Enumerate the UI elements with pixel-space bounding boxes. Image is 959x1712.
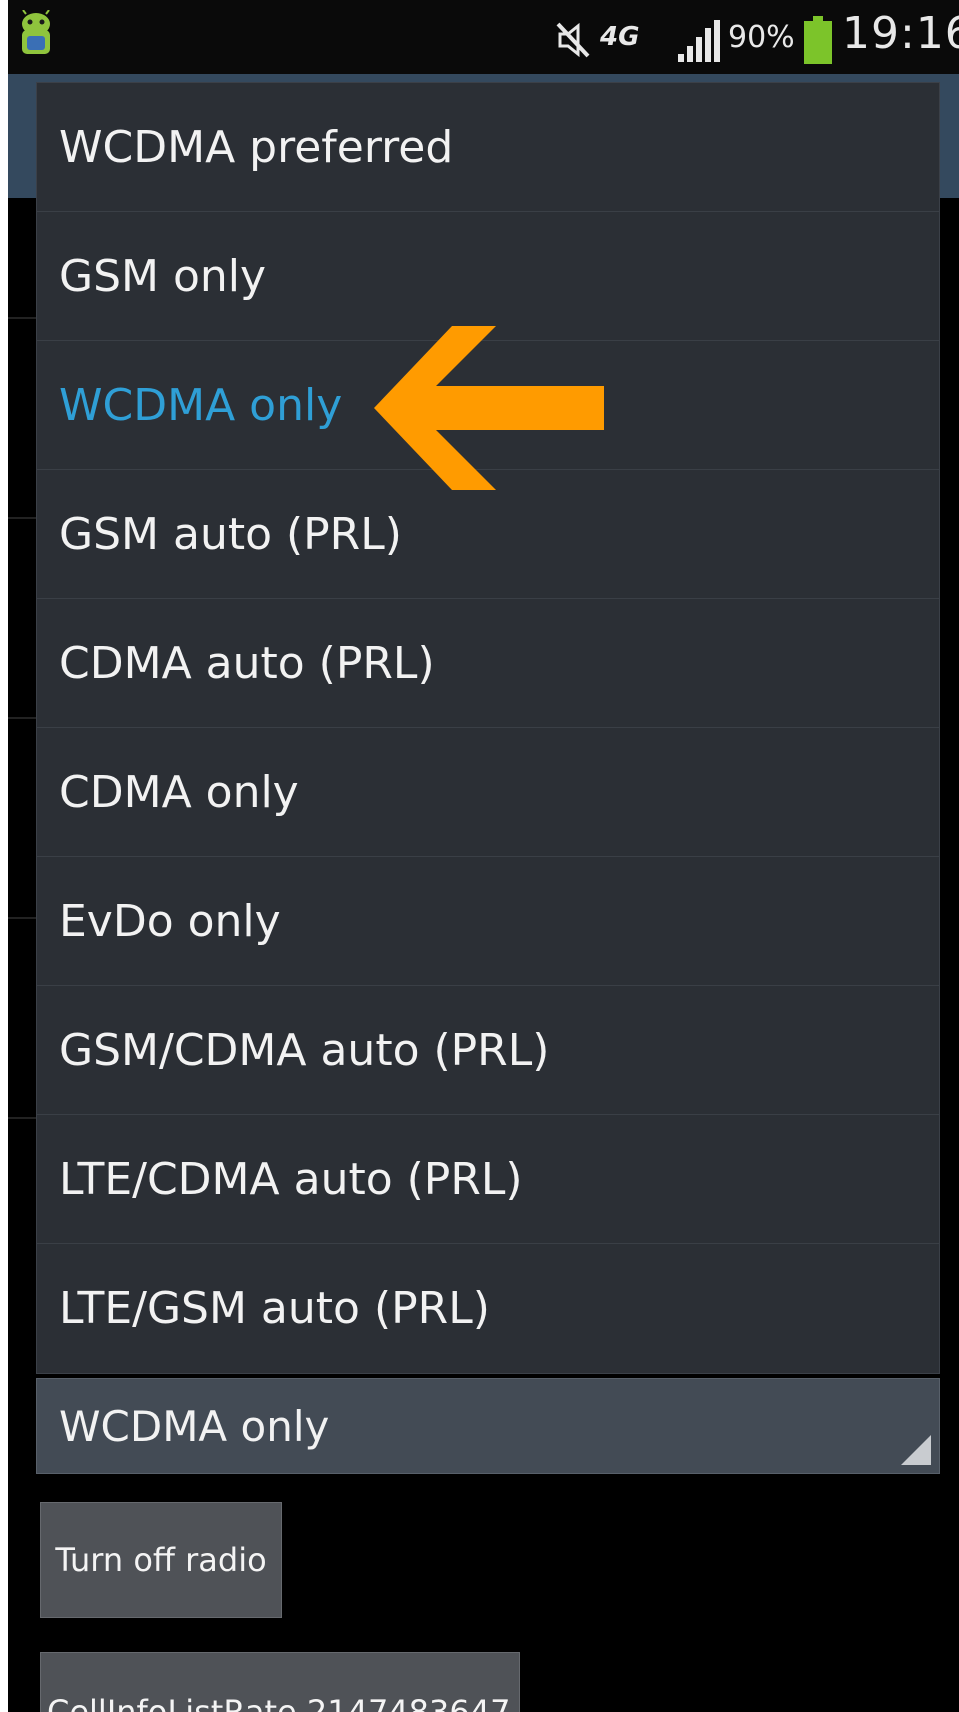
mute-icon — [556, 22, 590, 58]
cell-info-rate-label: CellInfoListRate 2147483647 — [47, 1693, 511, 1712]
cell-info-rate-button[interactable]: CellInfoListRate 2147483647 — [40, 1652, 520, 1712]
spinner-value: WCDMA only — [59, 1401, 330, 1451]
option-wcdma-preferred[interactable]: WCDMA preferred — [37, 83, 939, 212]
option-gsm-cdma-auto-prl[interactable]: GSM/CDMA auto (PRL) — [37, 986, 939, 1115]
background-divider-lines — [8, 317, 38, 1119]
signal-icon — [678, 20, 720, 62]
option-cdma-only[interactable]: CDMA only — [37, 728, 939, 857]
clock: 19:16 — [842, 8, 959, 59]
battery-icon — [804, 16, 832, 64]
option-gsm-only[interactable]: GSM only — [37, 212, 939, 341]
network-mode-spinner[interactable]: WCDMA only — [36, 1378, 940, 1474]
option-lte-gsm-auto-prl[interactable]: LTE/GSM auto (PRL) — [37, 1244, 939, 1373]
android-debug-icon — [22, 10, 50, 54]
turn-off-radio-label: Turn off radio — [55, 1541, 267, 1579]
phone-screen: 4G 90% 19:16 WCDMA preferred GSM only WC… — [8, 0, 959, 1712]
turn-off-radio-button[interactable]: Turn off radio — [40, 1502, 282, 1618]
option-cdma-auto-prl[interactable]: CDMA auto (PRL) — [37, 599, 939, 728]
network-mode-dropdown: WCDMA preferred GSM only WCDMA only GSM … — [36, 82, 940, 1374]
network-type-label: 4G — [600, 22, 640, 52]
status-bar: 4G 90% 19:16 — [8, 0, 959, 74]
orange-arrow-icon — [374, 326, 604, 490]
option-evdo-only[interactable]: EvDo only — [37, 857, 939, 986]
battery-percent: 90% — [728, 20, 795, 55]
spinner-corner-icon — [901, 1435, 931, 1465]
option-lte-cdma-auto-prl[interactable]: LTE/CDMA auto (PRL) — [37, 1115, 939, 1244]
